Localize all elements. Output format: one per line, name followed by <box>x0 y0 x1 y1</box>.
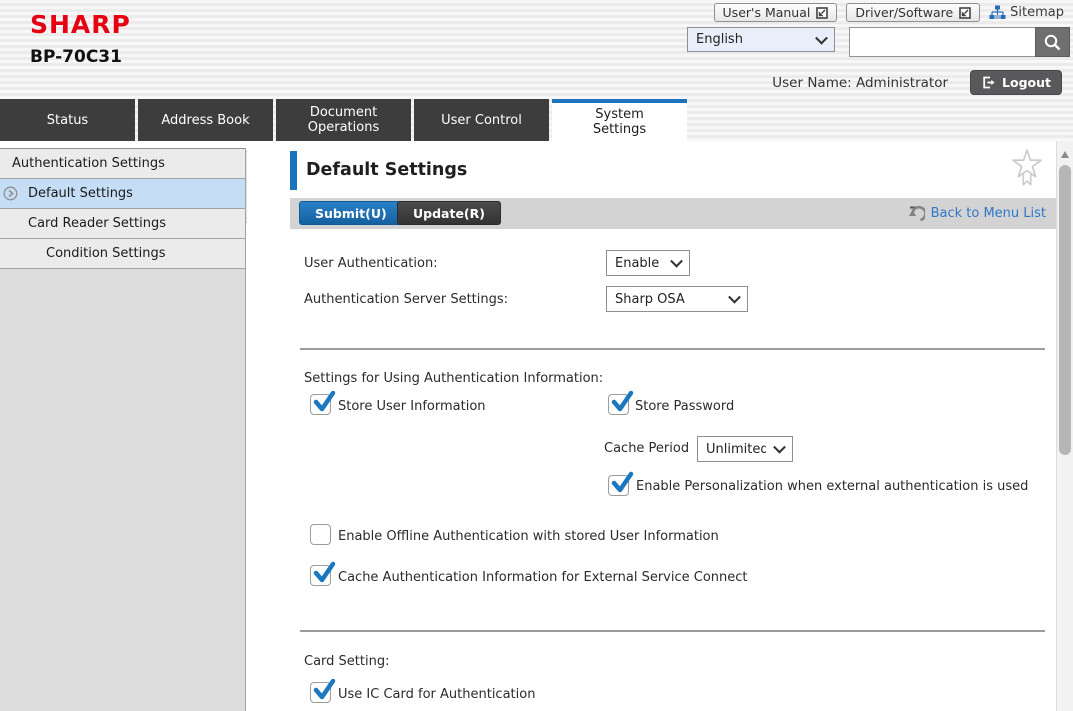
use-ic-card-label: Use IC Card for Authentication <box>338 685 535 705</box>
vertical-scrollbar <box>1056 141 1073 711</box>
section-divider <box>300 348 1045 350</box>
favorite-star-icon[interactable] <box>1009 149 1045 189</box>
main-tabs: Status Address Book Document Operations … <box>0 99 687 141</box>
enable-offline-authentication-label: Enable Offline Authentication with store… <box>338 527 719 547</box>
checkbox-store-user-information[interactable] <box>310 394 331 415</box>
sidebar-item-condition-settings[interactable]: Condition Settings <box>0 239 245 269</box>
header: SHARP BP-70C31 User's Manual Driver/Soft… <box>0 0 1073 141</box>
external-link-icon <box>959 7 971 19</box>
search-icon <box>1043 33 1062 52</box>
tab-user-control[interactable]: User Control <box>414 99 549 141</box>
sidebar: Authentication Settings Default Settings… <box>0 148 246 711</box>
sitemap-label: Sitemap <box>1010 5 1064 20</box>
driver-software-label: Driver/Software <box>855 5 953 20</box>
search-input[interactable] <box>849 27 1035 57</box>
store-user-information-label: Store User Information <box>338 397 486 417</box>
check-icon <box>311 390 337 414</box>
store-password-label: Store Password <box>635 397 734 417</box>
back-to-menu-icon <box>906 205 925 223</box>
check-icon <box>311 678 337 702</box>
card-setting-heading: Card Setting: <box>304 654 389 669</box>
enable-personalization-label: Enable Personalization when external aut… <box>636 477 1038 497</box>
checkbox-cache-authentication-external[interactable] <box>310 565 331 586</box>
language-select[interactable]: English <box>687 27 835 52</box>
cache-authentication-external-label: Cache Authentication Information for Ext… <box>338 568 748 588</box>
check-icon <box>311 561 337 585</box>
search-box <box>849 27 1070 57</box>
header-controls: English <box>687 27 1070 57</box>
update-button[interactable]: Update(R) <box>397 201 501 225</box>
action-toolbar: Submit(U) Update(R) Back to Menu List <box>290 198 1056 229</box>
scrollbar-up-button[interactable] <box>1057 147 1073 161</box>
tab-system-settings[interactable]: System Settings <box>552 99 687 141</box>
check-icon <box>609 390 635 414</box>
sidebar-filler <box>0 269 245 711</box>
selected-item-icon <box>3 186 18 201</box>
users-manual-button[interactable]: User's Manual <box>714 3 838 22</box>
authentication-server-select[interactable]: Sharp OSA <box>606 286 748 312</box>
checkbox-use-ic-card[interactable] <box>310 682 331 703</box>
cache-period-label: Cache Period <box>604 436 689 462</box>
external-link-icon <box>816 7 828 19</box>
model-name: BP-70C31 <box>30 47 122 67</box>
logout-button[interactable]: Logout <box>970 70 1062 95</box>
title-accent-bar <box>290 151 297 190</box>
sitemap-link[interactable]: Sitemap <box>989 5 1064 20</box>
sidebar-item-label: Default Settings <box>28 186 133 201</box>
header-links: User's Manual Driver/Software <box>714 3 1064 22</box>
sidebar-item-card-reader-settings[interactable]: Card Reader Settings <box>0 209 245 239</box>
authentication-server-label: Authentication Server Settings: <box>304 287 508 313</box>
checkbox-enable-offline-authentication[interactable] <box>310 524 331 545</box>
logout-icon <box>981 75 996 90</box>
sidebar-item-default-settings[interactable]: Default Settings <box>0 179 245 209</box>
user-area: User Name: Administrator Logout <box>772 70 1062 95</box>
user-authentication-select[interactable]: Enable <box>606 250 690 276</box>
scrollbar-thumb[interactable] <box>1059 165 1071 455</box>
back-to-menu-label: Back to Menu List <box>931 206 1046 221</box>
checkbox-enable-personalization[interactable] <box>608 475 629 496</box>
cache-period-select[interactable]: Unlimited <box>697 436 793 462</box>
sitemap-icon <box>989 5 1006 20</box>
tab-document-operations[interactable]: Document Operations <box>276 99 411 141</box>
page: SHARP BP-70C31 User's Manual Driver/Soft… <box>0 0 1073 711</box>
search-button[interactable] <box>1035 27 1070 57</box>
sidebar-item-authentication-settings[interactable]: Authentication Settings <box>0 149 245 179</box>
section-divider <box>300 630 1045 632</box>
checkbox-store-password[interactable] <box>608 394 629 415</box>
sharp-logo: SHARP <box>30 10 131 39</box>
submit-button[interactable]: Submit(U) <box>299 201 403 225</box>
page-title: Default Settings <box>306 153 467 187</box>
logout-label: Logout <box>1002 75 1051 90</box>
tab-status[interactable]: Status <box>0 99 135 141</box>
user-authentication-label: User Authentication: <box>304 251 438 277</box>
user-name-text: User Name: Administrator <box>772 75 948 91</box>
tab-address-book[interactable]: Address Book <box>138 99 273 141</box>
users-manual-label: User's Manual <box>723 5 811 20</box>
driver-software-button[interactable]: Driver/Software <box>846 3 980 22</box>
auth-info-section-heading: Settings for Using Authentication Inform… <box>304 371 603 386</box>
back-to-menu-link[interactable]: Back to Menu List <box>906 198 1046 229</box>
check-icon <box>609 471 635 495</box>
up-arrow-icon <box>1061 151 1069 158</box>
content-panel: Default Settings Submit(U) Update(R) Bac… <box>247 141 1056 711</box>
